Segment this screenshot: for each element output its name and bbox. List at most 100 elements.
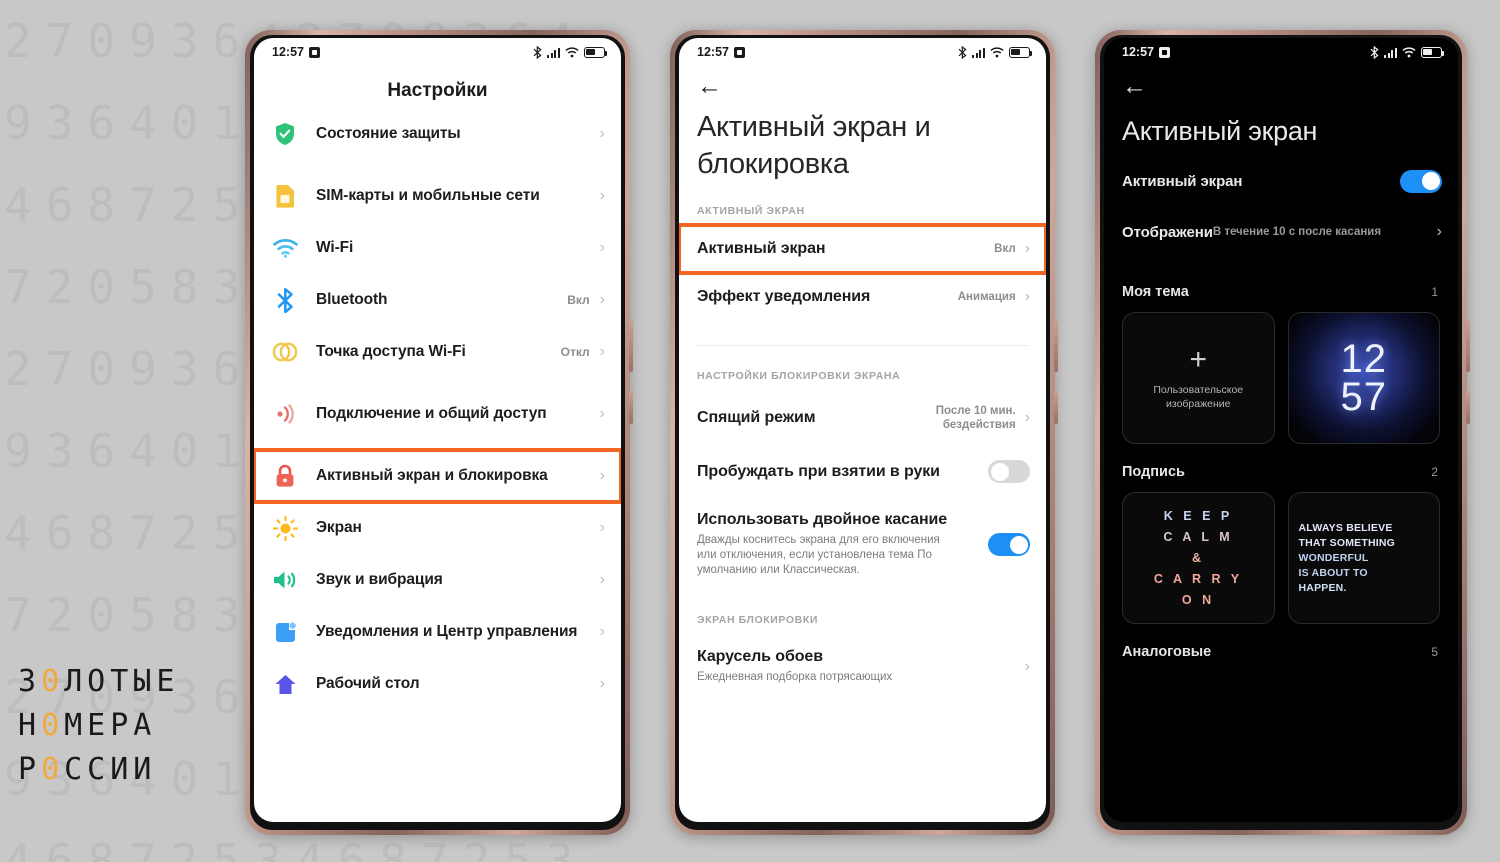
settings-item-8[interactable]: Экран › <box>254 502 621 554</box>
connection-share-icon <box>272 401 298 427</box>
phone1-volume-button[interactable] <box>629 320 633 372</box>
home-screen-icon <box>272 671 298 697</box>
settings-item-1[interactable]: Состояние защиты › <box>254 108 621 160</box>
thumbnail-caption: Пользовательское изображение <box>1153 384 1244 410</box>
shield-check-icon <box>272 121 298 147</box>
chevron-right-icon: › <box>599 239 605 256</box>
chevron-right-icon: › <box>599 125 605 142</box>
theme-section-count: 1 <box>1431 285 1438 299</box>
speaker-icon <box>272 567 298 593</box>
phone-1-settings: 12:57 Настройки Состояние защиты › SIM-кар… <box>245 30 633 835</box>
quote-line: THAT SOMETHING <box>1298 536 1396 549</box>
divider <box>697 345 1028 346</box>
phone1-status-bar: 12:57 <box>254 38 621 64</box>
row-value: После 10 мин. бездействия <box>935 405 1016 431</box>
phone3-volume-button[interactable] <box>1466 320 1470 372</box>
settings-item-2[interactable]: SIM-карты и мобильные сети › <box>254 170 621 222</box>
status-time: 12:57 <box>272 45 304 59</box>
alarm-icon <box>1158 46 1170 58</box>
bluetooth-icon <box>272 287 298 313</box>
row-toggle[interactable] <box>988 533 1030 556</box>
theme-thumbnail-clock[interactable]: 12 57 <box>1287 312 1440 444</box>
bluetooth-icon <box>1370 45 1379 59</box>
row-main: Спящий режим <box>697 409 906 427</box>
watermark-line-2: Н0МЕРА <box>18 708 157 743</box>
settings-item-label: Активный экран и блокировка <box>316 467 548 484</box>
settings-item-value: Вкл <box>567 293 590 307</box>
row-value: В течение 10 с после касания <box>1212 226 1382 238</box>
theme-thumbnail-keep-calm[interactable]: K E E P C A L M & C A R R Y O N <box>1122 492 1275 624</box>
active-screen-toggle-row[interactable]: Активный экран <box>1104 160 1458 208</box>
settings-item-10[interactable]: Уведомления и Центр управления › <box>254 606 621 658</box>
chevron-right-icon: › <box>1024 657 1030 675</box>
phone2-screen: 12:57 ← Активный экран и блокировка АКТИ… <box>679 38 1046 822</box>
settings-item-4[interactable]: Bluetooth Вкл › <box>254 274 621 326</box>
lock-icon <box>272 463 298 489</box>
alarm-icon <box>733 46 745 58</box>
quote-line: ALWAYS BELIEVE <box>1298 521 1393 534</box>
chevron-right-icon: › <box>1024 288 1030 305</box>
theme-thumbnail-row-2: K E E P C A L M & C A R R Y O N ALWAYS BELIEV… <box>1104 490 1458 632</box>
phone1-screen: 12:57 Настройки Состояние защиты › SIM-кар… <box>254 38 621 822</box>
settings-item-label: Bluetooth <box>316 291 388 308</box>
phone-3-active-screen: 12:57 ← Активный экран Активный экран От… <box>1095 30 1470 835</box>
settings-item-label: Wi-Fi <box>316 239 354 256</box>
keep-calm-text: K E E P C A L M & C A R R Y O N <box>1154 506 1243 611</box>
chevron-right-icon: › <box>1024 240 1030 257</box>
theme-section-header-3: Аналоговые 5 <box>1104 632 1458 670</box>
row-toggle[interactable] <box>988 460 1030 483</box>
phone2-power-button[interactable] <box>1054 390 1058 424</box>
active-screen-row-2[interactable]: Эффект уведомления Анимация › <box>679 273 1046 321</box>
phone3-status-bar: 12:57 <box>1104 38 1458 64</box>
settings-item-11[interactable]: Рабочий стол › <box>254 658 621 710</box>
lockscreen-row-1[interactable]: Карусель обоев Ежедневная подборка потряс… <box>679 634 1046 699</box>
lock-setting-row-2[interactable]: Пробуждать при взятии в руки <box>679 446 1046 497</box>
watermark-logo: З0ЛОТЫЕ Н0МЕРА Р0ССИИ <box>18 660 179 792</box>
battery-icon <box>1421 46 1445 58</box>
row-main: Эффект уведомления <box>697 288 958 306</box>
settings-item-label: Экран <box>316 519 362 536</box>
wifi-icon <box>565 46 579 58</box>
active-screen-rows: Активный экран Вкл › Эффект уведомления Аним… <box>679 223 1046 321</box>
phone1-power-button[interactable] <box>629 390 633 424</box>
phone-2-lockscreen-settings: 12:57 ← Активный экран и блокировка АКТИ… <box>670 30 1058 835</box>
phone2-volume-button[interactable] <box>1054 320 1058 372</box>
wifi-icon <box>1402 46 1416 58</box>
theme-section-title: Подпись <box>1122 464 1185 480</box>
settings-item-6[interactable]: Подключение и общий доступ › <box>254 388 621 440</box>
clock-widget: 12 57 <box>1341 339 1388 417</box>
page-title: Настройки <box>387 80 488 101</box>
settings-item-7[interactable]: Активный экран и блокировка › <box>254 448 621 504</box>
phone3-power-button[interactable] <box>1466 390 1470 424</box>
active-screen-toggle[interactable] <box>1400 169 1442 193</box>
theme-thumbnail-quote[interactable]: ALWAYS BELIEVE THAT SOMETHING WONDERFUL IS … <box>1287 492 1440 624</box>
settings-item-label: Точка доступа Wi-Fi <box>316 343 466 360</box>
active-screen-row-1[interactable]: Активный экран Вкл › <box>679 223 1046 275</box>
back-arrow-icon[interactable]: ← <box>1104 64 1150 103</box>
bluetooth-icon <box>533 45 542 59</box>
sim-card-icon <box>272 183 298 209</box>
settings-item-9[interactable]: Звук и вибрация › <box>254 554 621 606</box>
quote-line: IS ABOUT TO <box>1298 566 1368 579</box>
row-label: Активный экран <box>697 240 826 257</box>
battery-icon <box>1009 46 1033 58</box>
theme-section-title: Моя тема <box>1122 284 1189 300</box>
theme-sections: Моя тема 1 + Пользовательское изображение 12… <box>1104 272 1458 670</box>
settings-item-3[interactable]: Wi-Fi › <box>254 222 621 274</box>
row-value: Вкл <box>994 243 1016 255</box>
settings-item-5[interactable]: Точка доступа Wi-Fi Откл › <box>254 326 621 378</box>
keep-calm-line: O N <box>1181 592 1215 607</box>
phone3-screen: 12:57 ← Активный экран Активный экран От… <box>1104 38 1458 822</box>
row-label: Спящий режим <box>697 409 816 426</box>
lock-setting-row-3[interactable]: Использовать двойное касание Дважды косни… <box>679 497 1046 592</box>
alarm-icon <box>308 46 320 58</box>
wifi-icon <box>990 46 1004 58</box>
display-duration-row[interactable]: Отображени В течение 10 с после касания … <box>1104 208 1458 256</box>
theme-thumbnail-add[interactable]: + Пользовательское изображение <box>1122 312 1275 444</box>
settings-item-label: Уведомления и Центр управления <box>316 623 578 640</box>
row-label: Активный экран <box>1122 172 1243 190</box>
plus-icon: + <box>1189 343 1208 376</box>
lock-setting-row-1[interactable]: Спящий режим После 10 мин. бездействия › <box>679 390 1046 446</box>
back-arrow-icon[interactable]: ← <box>679 64 725 103</box>
